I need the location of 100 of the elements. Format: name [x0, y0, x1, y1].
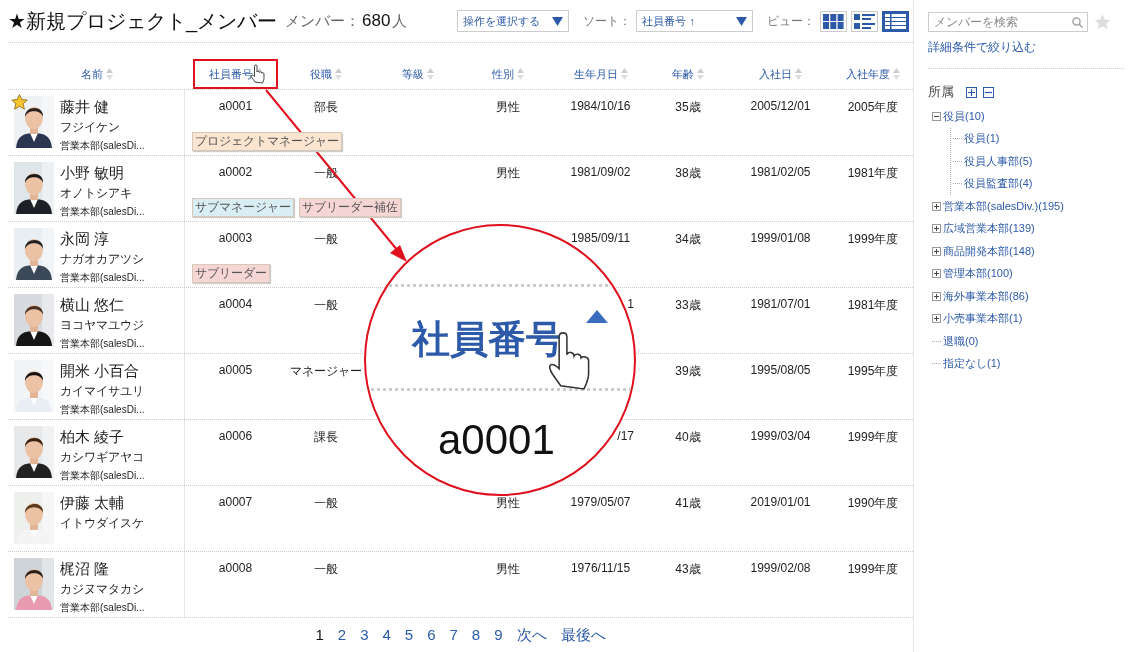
expand-all-button[interactable] — [966, 86, 977, 98]
table-cell-text: a0004 — [217, 296, 254, 313]
view-button[interactable] — [882, 10, 910, 32]
column-header[interactable]: 役職 — [278, 59, 373, 89]
table-cell-text: 1999/02/08 — [749, 560, 812, 577]
page-link[interactable]: 最後へ — [560, 626, 606, 645]
member-count-label: メンバー： — [285, 11, 361, 31]
tree-item[interactable]: 役員監査部(4) — [964, 176, 1033, 192]
table-cell-text: 1999年度 — [846, 561, 900, 577]
expand-toggle-icon[interactable] — [932, 246, 941, 256]
table-cell-text: 41歳 — [674, 495, 702, 511]
table-cell-text: 43歳 — [674, 561, 702, 577]
tree-item[interactable]: 商品開発本部(148) — [943, 243, 1035, 259]
member-count: 680 — [362, 11, 391, 31]
tree-item[interactable]: 指定なし(1) — [943, 356, 1001, 372]
tree-item[interactable]: 海外事業本部(86) — [943, 288, 1029, 304]
tree-item[interactable]: 小売事業本部(1) — [943, 311, 1023, 327]
column-header[interactable]: 生年月日 — [553, 59, 648, 89]
column-header[interactable]: 等級 — [373, 59, 463, 89]
tree-item[interactable]: 役員(1) — [964, 131, 1000, 147]
table-cell-text: 2005年度 — [846, 99, 900, 115]
table-cell-text: a0006 — [217, 428, 254, 445]
filter-link[interactable]: 詳細条件で絞り込む — [928, 39, 1036, 56]
table-cell-text: 1981年度 — [846, 165, 900, 181]
page-link[interactable]: 9 — [494, 626, 503, 645]
table-cell-text: 一般 — [312, 231, 339, 247]
member-kana: カシワギアヤコ — [60, 449, 145, 466]
page-link[interactable]: 8 — [471, 626, 481, 645]
collapse-all-button[interactable] — [983, 86, 994, 98]
member-name[interactable]: 藤井 健 — [60, 98, 145, 116]
member-department: 営業本部(salesDi... — [60, 469, 145, 483]
tree-item[interactable]: 役員(10) — [943, 108, 985, 124]
table-cell-text: 40歳 — [674, 429, 702, 445]
member-name[interactable]: 永岡 淳 — [60, 230, 145, 248]
sort-dropdown[interactable]: 社員番号 ↑ — [636, 10, 754, 32]
tree-item[interactable]: 営業本部(salesDiv.)(195) — [943, 198, 1064, 214]
table-cell-text: 男性 — [495, 165, 521, 181]
member-department: 営業本部(salesDi... — [60, 205, 145, 219]
table-cell-text: 1979/05/07 — [569, 494, 632, 511]
column-header[interactable]: 入社日 — [728, 59, 833, 89]
current-page[interactable]: 1 — [315, 626, 324, 645]
page-link[interactable]: 4 — [382, 626, 391, 645]
star-icon[interactable] — [1094, 14, 1111, 30]
member-name[interactable]: 小野 敏明 — [60, 164, 145, 182]
sort-icon — [893, 68, 900, 80]
page-link[interactable]: 6 — [427, 626, 436, 645]
table-cell-text: 33歳 — [674, 297, 702, 313]
search-icon — [1072, 17, 1083, 28]
column-header[interactable]: 社員番号 — [193, 59, 278, 89]
column-header[interactable]: 年齢 — [648, 59, 728, 89]
member-name[interactable]: 開米 小百合 — [60, 362, 145, 380]
page-link[interactable]: 2 — [337, 626, 347, 645]
table-cell-text: 1 — [626, 296, 635, 313]
column-header[interactable]: 名前 — [80, 66, 103, 82]
expand-toggle-icon[interactable] — [932, 201, 941, 211]
tree-item[interactable]: 退職(0) — [943, 333, 979, 349]
table-cell-text: 1981/02/05 — [749, 164, 812, 181]
dropdown-arrow-icon — [736, 16, 748, 26]
member-name[interactable]: 柏木 綾子 — [60, 428, 145, 446]
table-cell-text: 1995/08/05 — [749, 362, 812, 379]
page-link[interactable]: 7 — [449, 626, 458, 645]
member-kana: ヨコヤマユウジ — [60, 317, 145, 334]
column-header[interactable]: 性別 — [463, 59, 553, 89]
column-header[interactable]: 入社年度 — [833, 59, 913, 89]
table-cell-text: 1999年度 — [846, 429, 900, 445]
tree-item[interactable]: 役員人事部(5) — [964, 153, 1033, 169]
role-tag: サブマネージャー — [192, 198, 294, 217]
table-cell-text: 一般 — [312, 297, 339, 313]
sort-icon — [697, 68, 704, 80]
member-department: 営業本部(salesDi... — [60, 403, 145, 417]
page-link[interactable]: 5 — [404, 626, 414, 645]
expand-toggle-icon[interactable] — [932, 291, 941, 301]
table-cell-text: 1981年度 — [846, 297, 900, 313]
sort-icon — [427, 68, 434, 80]
member-kana: オノトシアキ — [60, 185, 133, 202]
table-cell-text: 2019/01/01 — [749, 494, 812, 511]
expand-toggle-icon[interactable] — [932, 269, 941, 279]
collapse-toggle-icon[interactable] — [932, 111, 941, 121]
table-icon — [885, 13, 907, 29]
tree-item[interactable]: 広域営業本部(139) — [943, 221, 1035, 237]
expand-toggle-icon[interactable] — [932, 314, 941, 324]
table-cell-text: 課長 — [312, 429, 339, 445]
page-link[interactable]: 次へ — [516, 626, 547, 645]
member-name[interactable]: 梶沼 隆 — [60, 560, 145, 578]
table-cell-text: 一般 — [312, 495, 339, 511]
expand-toggle-icon[interactable] — [932, 224, 941, 234]
table-cell-text: a0002 — [217, 164, 254, 181]
table-cell-text: 1976/11/15 — [569, 560, 632, 577]
search-field[interactable]: メンバーを検索 — [928, 12, 1088, 32]
table-cell-text: 1981/09/02 — [569, 164, 632, 181]
table-cell-text: 男性 — [495, 495, 521, 511]
view-label: ビュー： — [767, 12, 816, 30]
page-link[interactable]: 3 — [360, 626, 369, 645]
tree-item[interactable]: 管理本部(100) — [943, 266, 1013, 282]
member-name[interactable]: 伊藤 太輔 — [60, 494, 144, 512]
member-department: 営業本部(salesDi... — [60, 601, 145, 615]
sort-ascending-icon — [586, 310, 608, 324]
member-name[interactable]: 横山 悠仁 — [60, 296, 145, 314]
sort-icon — [795, 68, 802, 80]
action-dropdown[interactable]: 操作を選択する — [457, 10, 570, 32]
